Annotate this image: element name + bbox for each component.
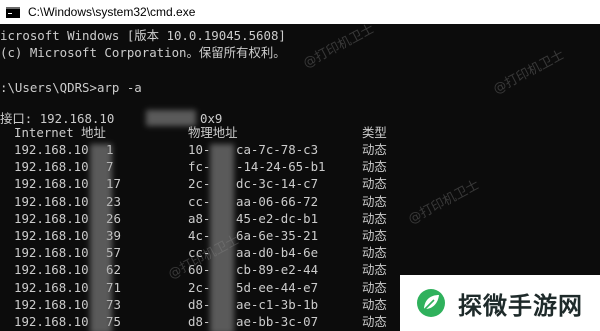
entry-type: 动态 [362,296,387,312]
mac-address-prefix: fc- [188,159,211,175]
ip-address-prefix: 192.168.10 [14,210,89,226]
mac-address-prefix: 2c- [188,176,211,192]
mac-address-suffix: cb-89-e2-44 [236,262,319,278]
watermark: @打印机卫士 [490,47,567,98]
ip-address-prefix: 192.168.10 [14,245,89,261]
mac-address-suffix: 45-e2-dc-b1 [236,210,319,226]
entry-type: 动态 [362,228,387,243]
window-titlebar: C:\Windows\system32\cmd.exe [0,0,600,24]
header-type: 类型 [362,125,387,140]
mac-address-prefix: a8- [188,210,211,226]
brand-name: 探微手游网 [458,291,583,320]
mac-address-suffix: 6a-6e-35-21 [236,228,319,243]
ip-address-prefix: 192.168.10 [14,262,89,278]
mac-address-suffix: aa-06-66-72 [236,193,319,209]
entry-type: 动态 [362,210,387,226]
mac-address-suffix: 5d-ee-44-e7 [236,279,319,295]
entry-type: 动态 [362,245,387,261]
ip-address-prefix: 192.168.10 [14,193,89,209]
redaction-blur [146,110,196,126]
prompt-line: :\Users\QDRS>arp -a [0,80,142,95]
mac-address-prefix: 4c- [188,228,211,243]
entry-type: 动态 [362,279,387,295]
ip-address-prefix: 192.168.10 [14,279,89,295]
ip-address-prefix: 192.168.10 [14,296,89,312]
watermark: @打印机卫士 [300,24,377,72]
ip-address-prefix: 192.168.10 [14,228,89,243]
version-line: icrosoft Windows [版本 10.0.19045.5608] [0,28,286,43]
entry-type: 动态 [362,262,387,278]
window-title: C:\Windows\system32\cmd.exe [28,5,196,19]
entry-type: 动态 [362,176,387,192]
entry-type: 动态 [362,142,387,157]
mac-address-suffix: -14-24-65-b1 [236,159,326,175]
brand-logo: 探微手游网 [400,275,600,331]
ip-address-prefix: 192.168.10 [14,142,89,157]
ip-address-prefix: 192.168.10 [14,176,89,192]
mac-address-prefix: 10- [188,142,211,157]
redaction-blur [90,144,112,331]
ip-address-prefix: 192.168.10 [14,159,89,175]
entry-type: 动态 [362,193,387,209]
mac-address-prefix: d8- [188,296,211,312]
cmd-icon [6,6,20,18]
mac-address-suffix: ae-c1-3b-1b [236,296,319,312]
mac-address-suffix: ca-7c-78-c3 [236,142,319,157]
mac-address-prefix: d8- [188,314,211,329]
copyright-line: (c) Microsoft Corporation。保留所有权利。 [0,45,286,60]
mac-address-suffix: aa-d0-b4-6e [236,245,319,261]
watermark: @打印机卫士 [405,177,482,228]
header-ip: Internet 地址 [14,125,106,140]
mac-address-prefix: cc- [188,193,211,209]
leaf-logo-icon [416,288,446,318]
entry-type: 动态 [362,314,387,329]
header-mac: 物理地址 [188,125,238,140]
mac-address-suffix: ae-bb-3c-07 [236,314,319,329]
ip-address-prefix: 192.168.10 [14,314,89,329]
entry-type: 动态 [362,159,387,175]
mac-address-suffix: dc-3c-14-c7 [236,176,319,192]
mac-address-prefix: 2c- [188,279,211,295]
